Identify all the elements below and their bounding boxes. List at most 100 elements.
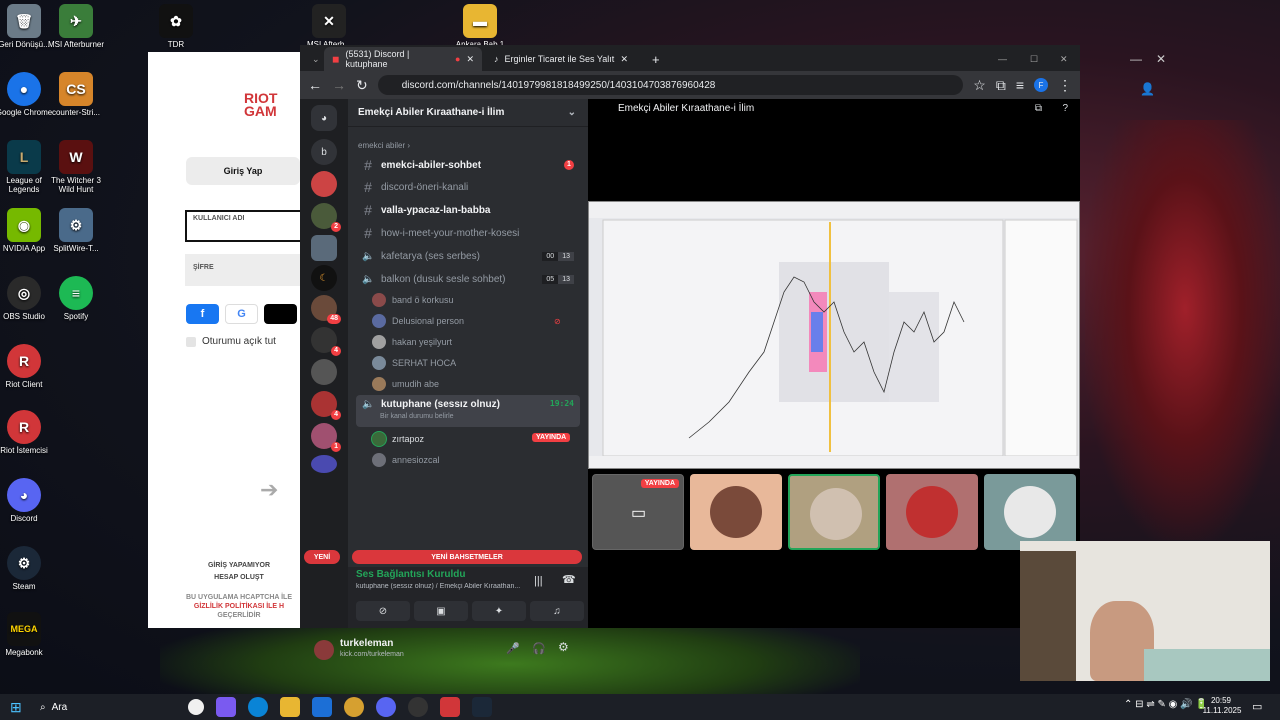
channel-discord-oneri[interactable]: # discord-öneri-kanali: [356, 177, 580, 197]
chrome-taskbar-icon[interactable]: [344, 697, 364, 717]
splitwire-icon[interactable]: ⚙ SplitWire-T...: [44, 208, 108, 253]
taskbar-search[interactable]: ⌕ Ara: [32, 696, 182, 718]
cant-login-link[interactable]: GİRİŞ YAPAMIYOR: [178, 560, 300, 571]
chrome-menu-icon[interactable]: ⋮: [1058, 77, 1072, 94]
riot-client-icon[interactable]: R Riot Client: [0, 344, 56, 389]
help-icon[interactable]: ?: [1062, 103, 1068, 114]
participant-tile[interactable]: [788, 474, 880, 550]
remember-me-checkbox[interactable]: Oturumu açık tut: [186, 336, 276, 347]
channel-emekci-abiler-sohbet[interactable]: # emekci-abiler-sohbet 1: [356, 155, 580, 175]
guild-icon[interactable]: 4: [311, 327, 341, 356]
close-window-button[interactable]: ✕: [1052, 47, 1076, 71]
direct-messages-icon[interactable]: ◕: [311, 105, 337, 131]
copilot-icon[interactable]: [216, 697, 236, 717]
forward-icon[interactable]: →: [332, 77, 346, 93]
screen-share-button[interactable]: ▣: [414, 601, 468, 621]
minimize-icon[interactable]: —: [1130, 52, 1142, 66]
facebook-login-button[interactable]: f: [186, 304, 219, 324]
mail-icon[interactable]: [312, 697, 332, 717]
obs-taskbar-icon[interactable]: [408, 697, 428, 717]
noise-suppression-icon[interactable]: |||: [534, 575, 543, 587]
riot-taskbar-icon[interactable]: [440, 697, 460, 717]
witcher-icon[interactable]: W The Witcher 3 Wild Hunt: [44, 140, 108, 194]
close-tab-icon[interactable]: ✕: [621, 54, 629, 65]
category-header[interactable]: emekci abiler ›: [358, 141, 410, 150]
disconnect-icon[interactable]: ☎: [562, 573, 576, 586]
stream-tile[interactable]: YAYINDA ▭: [592, 474, 684, 550]
voice-kafetarya[interactable]: 🔈 kafetarya (ses serbes) 00 13: [356, 246, 580, 266]
voice-kutuphane[interactable]: 🔈 kutuphane (sessız olnuz) 19:24 Bir kana…: [356, 395, 580, 427]
voice-user[interactable]: Delusional person: [372, 314, 464, 328]
tab-tiktok[interactable]: ♪ Erginler Ticaret ile Ses Yalıtımı ✕: [486, 47, 644, 71]
new-mentions-bar[interactable]: YENİ BAHSETMELER: [352, 550, 582, 564]
tab-discord[interactable]: ◼ (5531) Discord | kutuphane ● ✕: [324, 47, 482, 71]
close-tab-icon[interactable]: ✕: [466, 54, 474, 65]
camera-toggle-button[interactable]: ⊘: [356, 601, 410, 621]
guild-icon[interactable]: 2: [311, 203, 341, 232]
new-tab-button[interactable]: +: [644, 47, 668, 71]
spotify-icon[interactable]: ≡ Spotify: [44, 276, 108, 321]
counter-strike-icon[interactable]: CS counter-Stri...: [44, 72, 108, 117]
voice-user[interactable]: band ö korkusu: [372, 293, 454, 307]
microphone-icon[interactable]: 🎤: [506, 642, 520, 655]
extensions-icon[interactable]: ⧉: [996, 77, 1006, 94]
notifications-icon[interactable]: ▭: [1252, 700, 1262, 713]
discord-desktop-icon[interactable]: ◕ Discord: [0, 478, 56, 523]
discord-taskbar-icon[interactable]: [376, 697, 396, 717]
activities-button[interactable]: ✦: [472, 601, 526, 621]
popout-icon[interactable]: ⧉: [1035, 103, 1042, 114]
megabonk-icon[interactable]: MEGA Megabonk: [0, 612, 56, 657]
back-icon[interactable]: ←: [308, 77, 322, 93]
tdr-icon[interactable]: ✿ TDR: [144, 4, 208, 49]
steam-icon[interactable]: ⚙ Steam: [0, 546, 56, 591]
voice-user[interactable]: zırtapoz: [372, 432, 424, 446]
screen-share-stream[interactable]: [588, 201, 1080, 469]
guild-icon[interactable]: 4: [311, 391, 341, 420]
media-controls-icon[interactable]: ≡: [1016, 77, 1024, 93]
bookmark-star-icon[interactable]: ☆: [973, 77, 986, 94]
guild-icon[interactable]: [311, 171, 337, 197]
server-header[interactable]: Emekçi Abiler Kıraathane-i İlim ⌄: [348, 99, 588, 127]
maximize-button[interactable]: ☐: [1022, 47, 1046, 71]
edge-icon[interactable]: [248, 697, 268, 717]
voice-user[interactable]: hakan yeşilyurt: [372, 335, 452, 349]
google-login-button[interactable]: G: [225, 304, 258, 324]
apple-login-button[interactable]: [264, 304, 297, 324]
voice-status[interactable]: Ses Bağlantısı Kuruldu kutuphane (sessız…: [356, 569, 536, 590]
soundboard-button[interactable]: ♫: [530, 601, 584, 621]
msi-afterburner-icon[interactable]: ✈ MSI Afterburner: [44, 4, 108, 49]
guild-b[interactable]: b: [311, 139, 337, 165]
clock-time[interactable]: 20:59: [1204, 696, 1238, 705]
system-tray-icons[interactable]: ⌃ ⊟ ⇌ ✎ ◉ 🔊 🔋: [1124, 699, 1208, 710]
headphones-icon[interactable]: 🎧: [532, 642, 546, 655]
channel-himym[interactable]: # how-i-meet-your-mother-kosesi: [356, 223, 580, 243]
moon-guild-icon[interactable]: ☾: [311, 265, 337, 291]
guild-icon[interactable]: 1: [311, 423, 341, 452]
channel-valla-ypacaz[interactable]: # valla-ypacaz-lan-babba: [356, 200, 580, 220]
riot-istemcisi-icon[interactable]: R Riot İstemcisi: [0, 410, 56, 455]
password-field[interactable]: ŞİFRE: [185, 254, 300, 286]
clock-date[interactable]: 11.11.2025: [1200, 706, 1244, 715]
avatar[interactable]: [314, 640, 334, 660]
voice-user[interactable]: SERHAT HOCA: [372, 356, 456, 370]
voice-user[interactable]: umudih abe: [372, 377, 439, 391]
guild-icon[interactable]: [311, 235, 337, 261]
guild-icon[interactable]: [311, 359, 337, 385]
task-view-icon[interactable]: [188, 699, 204, 715]
folder-icon[interactable]: ▬Ankara Bab 1: [448, 4, 512, 49]
close-icon[interactable]: ✕: [1156, 52, 1166, 66]
steam-taskbar-icon[interactable]: [472, 697, 492, 717]
username-field[interactable]: KULLANICI ADI: [185, 210, 300, 242]
reload-icon[interactable]: ↻: [356, 77, 368, 94]
user-icon[interactable]: 👤: [1140, 82, 1155, 96]
new-unread-badge[interactable]: YENİ: [304, 550, 340, 564]
create-account-link[interactable]: HESAP OLUŞT: [178, 572, 300, 583]
start-icon[interactable]: ⊞: [10, 699, 22, 716]
profile-avatar[interactable]: F: [1034, 78, 1048, 92]
participant-tile[interactable]: [886, 474, 978, 550]
voice-balkon[interactable]: 🔈 balkon (dusuk sesle sohbet) 05 13: [356, 269, 580, 289]
participant-tile[interactable]: [690, 474, 782, 550]
minimize-button[interactable]: —: [990, 47, 1015, 71]
guild-icon[interactable]: 48: [311, 295, 341, 324]
submit-arrow-button[interactable]: ➔: [260, 477, 278, 503]
